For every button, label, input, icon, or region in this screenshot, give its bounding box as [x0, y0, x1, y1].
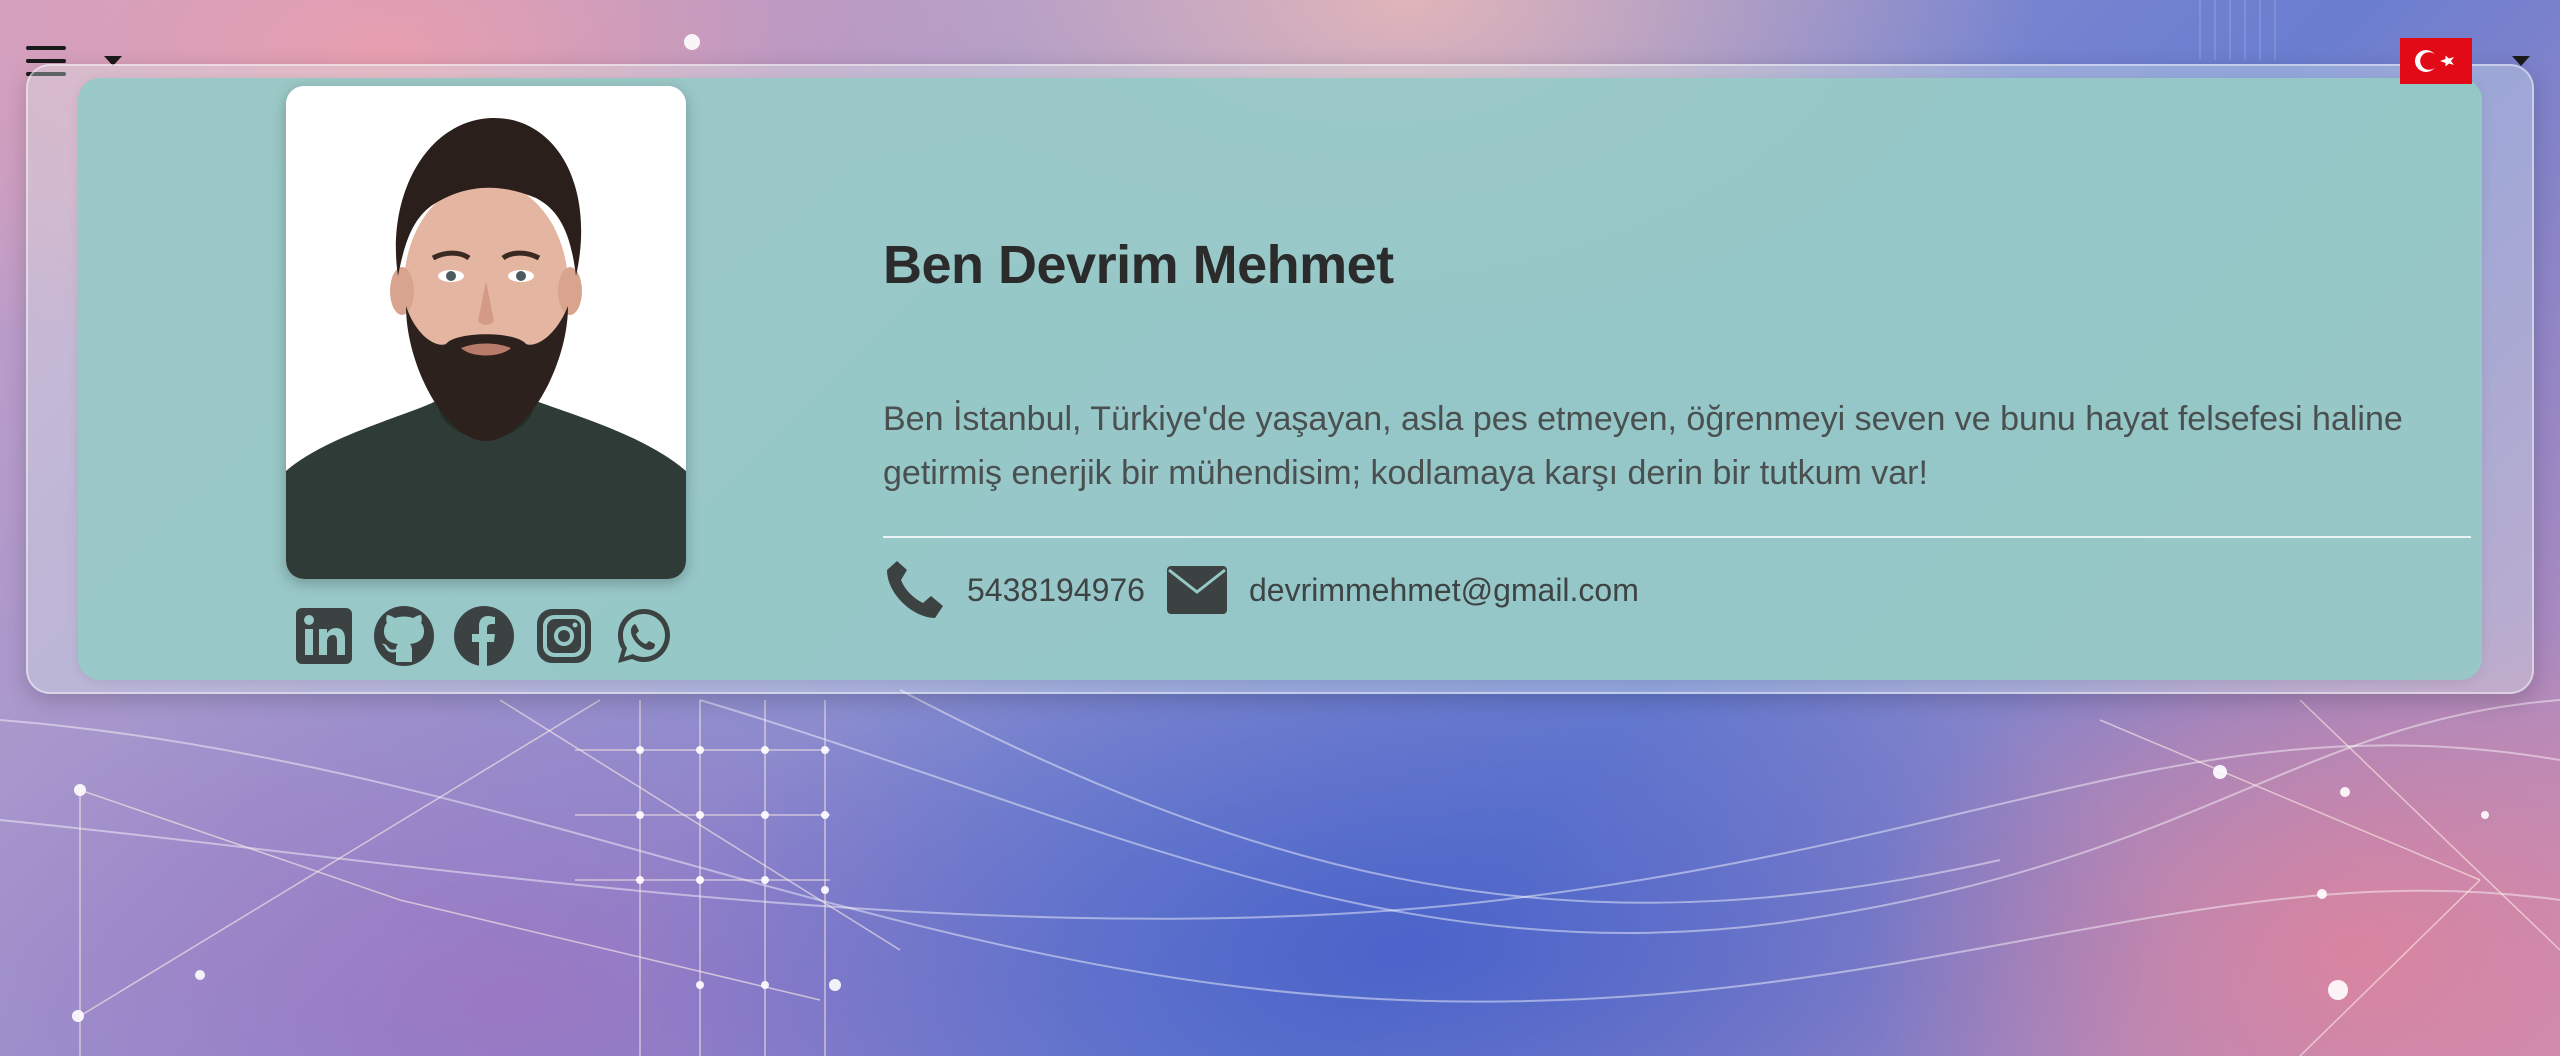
whatsapp-icon[interactable]: [612, 604, 676, 668]
instagram-icon[interactable]: [532, 604, 596, 668]
github-icon[interactable]: [372, 604, 436, 668]
profile-content: Ben Devrim Mehmet Ben İstanbul, Türkiye'…: [883, 230, 2473, 622]
profile-name: Ben Devrim Mehmet: [883, 235, 1394, 295]
top-right-controls: [2400, 38, 2530, 84]
profile-bio: Ben İstanbul, Türkiye'de yaşayan, asla p…: [883, 400, 2403, 492]
divider: [883, 536, 2471, 538]
envelope-icon: [1165, 558, 1229, 622]
turkey-flag-icon[interactable]: [2400, 38, 2472, 84]
contact-row: 5438194976 devrimmehmet@gmail.com: [883, 558, 2473, 622]
phone-number[interactable]: 5438194976: [967, 572, 1145, 609]
social-links: [292, 604, 676, 668]
email-address[interactable]: devrimmehmet@gmail.com: [1249, 572, 1639, 609]
profile-photo: [286, 86, 686, 579]
facebook-icon[interactable]: [452, 604, 516, 668]
phone-icon: [883, 558, 947, 622]
linkedin-icon[interactable]: [292, 604, 356, 668]
language-dropdown-caret-icon[interactable]: [2512, 56, 2530, 66]
